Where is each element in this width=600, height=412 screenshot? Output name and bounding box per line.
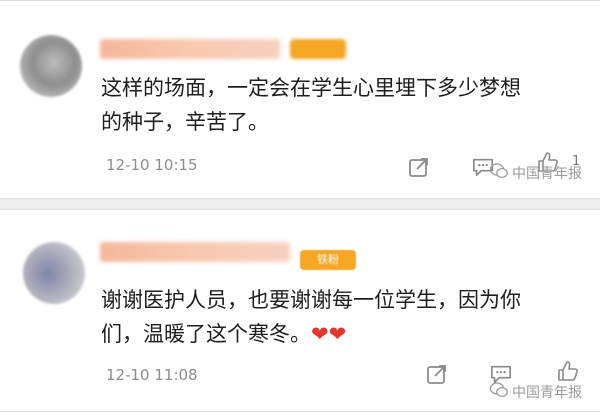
wechat-icon	[489, 382, 508, 402]
comment-timestamp: 12-10 11:08	[106, 366, 198, 384]
watermark-text: 中国青年报	[512, 385, 582, 401]
comment-card: 这样的场面，一定会在学生心里埋下多少梦想的种子，辛苦了。 12-10 10:15…	[0, 0, 600, 199]
share-icon[interactable]	[426, 363, 448, 385]
comment-text: 谢谢医护人员，也要谢谢每一位学生，因为你们，温暖了这个寒冬。❤❤	[101, 288, 521, 346]
fan-badge: 铁粉	[300, 250, 356, 270]
wechat-icon	[489, 163, 508, 183]
comment-timestamp: 12-10 10:15	[106, 156, 198, 174]
watermark: 中国青年报	[489, 163, 582, 183]
like-icon[interactable]	[557, 360, 579, 382]
comment-card: 铁粉 谢谢医护人员，也要谢谢每一位学生，因为你们，温暖了这个寒冬。❤❤ 12-1…	[0, 209, 600, 412]
comment-text: 这样的场面，一定会在学生心里埋下多少梦想的种子，辛苦了。	[101, 76, 521, 134]
username-blurred[interactable]	[100, 242, 290, 262]
watermark: 中国青年报	[489, 382, 582, 402]
avatar[interactable]	[23, 242, 85, 304]
watermark-text: 中国青年报	[512, 166, 582, 182]
avatar[interactable]	[20, 35, 82, 97]
fan-badge	[290, 39, 346, 59]
heart-emoji: ❤❤	[311, 322, 347, 346]
username-blurred[interactable]	[100, 39, 280, 59]
share-icon[interactable]	[408, 156, 430, 178]
